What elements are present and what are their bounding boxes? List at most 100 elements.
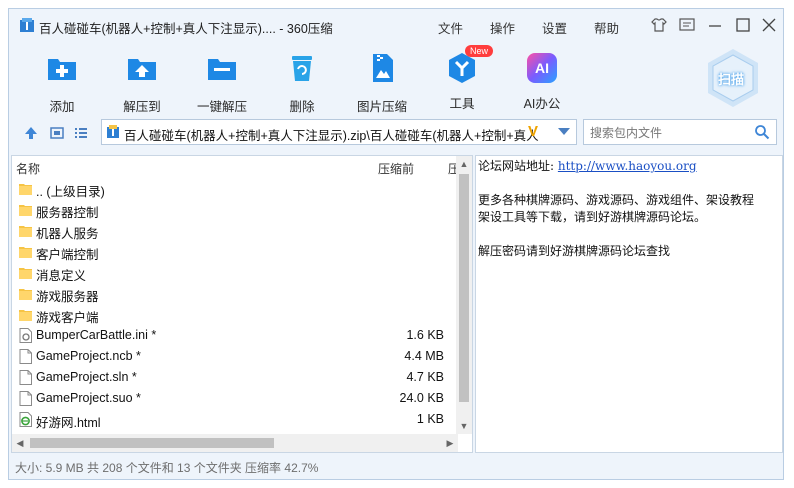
file-icon [19, 370, 33, 385]
minimize-icon[interactable] [706, 17, 724, 33]
comment-line-2: 更多各种棋牌源码、游戏源码、游戏组件、架设教程 [478, 193, 755, 207]
add-button[interactable]: 添加 [27, 51, 97, 115]
up-arrow-icon[interactable] [23, 125, 39, 141]
one-click-extract-label: 一键解压 [196, 100, 247, 114]
folder-row[interactable]: 游戏客户端 [12, 304, 458, 325]
extract-to-button[interactable]: 解压到 [107, 51, 177, 115]
archive-comment: 论坛网站地址: http://www.haoyou.org 更多各种棋牌源码、游… [478, 158, 778, 260]
column-original-size[interactable]: 压缩前 [378, 160, 414, 177]
delete-label: 删除 [289, 100, 315, 114]
file-name: GameProject.ncb * [36, 349, 141, 363]
path-chevron-icon[interactable]: V [528, 123, 538, 140]
file-row[interactable]: 好游网.html 1 KB [12, 409, 458, 430]
folder-icon [19, 265, 33, 280]
menu-help[interactable]: 帮助 [594, 18, 619, 37]
folder-row[interactable]: 客户端控制 [12, 241, 458, 262]
extract-to-label: 解压到 [123, 100, 161, 114]
delete-icon [292, 56, 312, 81]
file-name: 客户端控制 [36, 248, 99, 262]
view-thumbnail-icon[interactable] [49, 125, 65, 141]
file-row[interactable]: GameProject.sln * 4.7 KB [12, 367, 458, 388]
folder-row[interactable]: 游戏服务器 [12, 283, 458, 304]
comment-panel: 论坛网站地址: http://www.haoyou.org 更多各种棋牌源码、游… [475, 155, 783, 453]
image-compress-icon [373, 54, 393, 82]
file-row[interactable]: BumperCarBattle.ini * 1.6 KB [12, 325, 458, 346]
file-name: 服务器控制 [36, 206, 99, 220]
extract-to-icon [128, 59, 156, 80]
image-compress-label: 图片压缩 [356, 100, 407, 114]
horizontal-scrollbar[interactable]: ◀ ▶ [12, 434, 458, 452]
file-row[interactable]: GameProject.ncb * 4.4 MB [12, 346, 458, 367]
address-dropdown-icon[interactable] [558, 128, 570, 135]
file-size: 4.4 MB [404, 349, 444, 363]
maximize-icon[interactable] [734, 17, 752, 33]
file-name: 好游网.html [36, 416, 101, 430]
folder-icon [19, 307, 33, 322]
menu-operation[interactable]: 操作 [490, 18, 515, 37]
ai-icon-text: AI [535, 60, 549, 76]
folder-icon [19, 181, 33, 196]
skin-shirt-icon[interactable] [650, 17, 668, 33]
scroll-up-icon[interactable]: ▲ [456, 156, 472, 172]
search-input[interactable] [588, 123, 752, 143]
menu-file[interactable]: 文件 [438, 18, 463, 37]
scan-button[interactable]: 扫描 [705, 47, 761, 109]
folder-row[interactable]: .. (上级目录) [12, 178, 458, 199]
search-icon[interactable] [754, 124, 770, 140]
menu-settings[interactable]: 设置 [542, 18, 567, 37]
one-click-extract-icon [208, 59, 236, 80]
file-row[interactable]: GameProject.suo * 24.0 KB [12, 388, 458, 409]
add-label: 添加 [49, 100, 75, 114]
folder-icon [19, 223, 33, 238]
file-name: 游戏服务器 [36, 290, 99, 304]
forum-label: 论坛网站地址: [478, 159, 555, 173]
file-name: 消息定义 [36, 269, 87, 283]
file-size: 24.0 KB [399, 391, 444, 405]
file-icon [19, 349, 33, 364]
scan-label: 扫描 [718, 72, 745, 87]
main-toolbar: 添加 解压到 一键解压 删除 图片压缩 New 工具 AI AI办公 [9, 41, 783, 117]
add-icon [48, 59, 76, 80]
search-box[interactable] [583, 119, 777, 145]
scroll-left-icon[interactable]: ◀ [12, 434, 28, 452]
file-name: 机器人服务 [36, 227, 99, 241]
tools-label: 工具 [449, 97, 475, 111]
file-name: GameProject.suo * [36, 391, 141, 405]
feedback-icon[interactable] [678, 17, 696, 33]
file-name: 游戏客户端 [36, 311, 99, 325]
close-icon[interactable] [760, 17, 778, 33]
one-click-extract-button[interactable]: 一键解压 [187, 51, 257, 115]
ai-office-button[interactable]: AI AI办公 [507, 51, 577, 112]
file-size: 4.7 KB [406, 370, 444, 384]
folder-row[interactable]: 机器人服务 [12, 220, 458, 241]
tools-button[interactable]: New 工具 [427, 45, 497, 112]
comment-line-4: 解压密码请到好游棋牌源码论坛查找 [478, 244, 671, 258]
image-compress-button[interactable]: 图片压缩 [347, 51, 417, 115]
horizontal-scroll-thumb[interactable] [30, 438, 274, 448]
delete-button[interactable]: 删除 [267, 51, 337, 115]
app-logo-icon [20, 18, 34, 32]
scroll-right-icon[interactable]: ▶ [442, 434, 458, 452]
file-list-panel: 名称 压缩前 压 .. (上级目录) 服务器控制 机器人服务 客户端控制 消息定义 游戏服… [11, 155, 473, 453]
address-bar[interactable]: 百人碰碰车(机器人+控制+真人下注显示).zip\百人碰碰车(机器人+控制+真人… [101, 119, 577, 145]
folder-icon [19, 286, 33, 301]
new-badge: New [465, 45, 494, 57]
file-size: 1.6 KB [406, 328, 444, 342]
app-window: 百人碰碰车(机器人+控制+真人下注显示).... - 360压缩 文件 操作 设… [8, 8, 784, 480]
vertical-scroll-thumb[interactable] [459, 174, 469, 402]
scroll-down-icon[interactable]: ▼ [456, 418, 472, 434]
forum-link[interactable]: http://www.haoyou.org [558, 159, 697, 173]
tools-icon-wrap: New [445, 45, 494, 85]
column-name[interactable]: 名称 [16, 160, 40, 177]
window-title: 百人碰碰车(机器人+控制+真人下注显示).... - 360压缩 [39, 22, 333, 36]
html-file-icon [19, 412, 33, 427]
zip-file-icon [107, 125, 119, 138]
folder-row[interactable]: 消息定义 [12, 262, 458, 283]
folder-row[interactable]: 服务器控制 [12, 199, 458, 220]
file-icon [19, 391, 33, 406]
vertical-scrollbar[interactable]: ▲ ▼ [456, 156, 472, 434]
file-name: .. (上级目录) [36, 185, 105, 199]
address-row: 百人碰碰车(机器人+控制+真人下注显示).zip\百人碰碰车(机器人+控制+真人… [9, 119, 783, 147]
view-list-icon[interactable] [73, 125, 89, 141]
title-bar: 百人碰碰车(机器人+控制+真人下注显示).... - 360压缩 文件 操作 设… [9, 9, 783, 41]
